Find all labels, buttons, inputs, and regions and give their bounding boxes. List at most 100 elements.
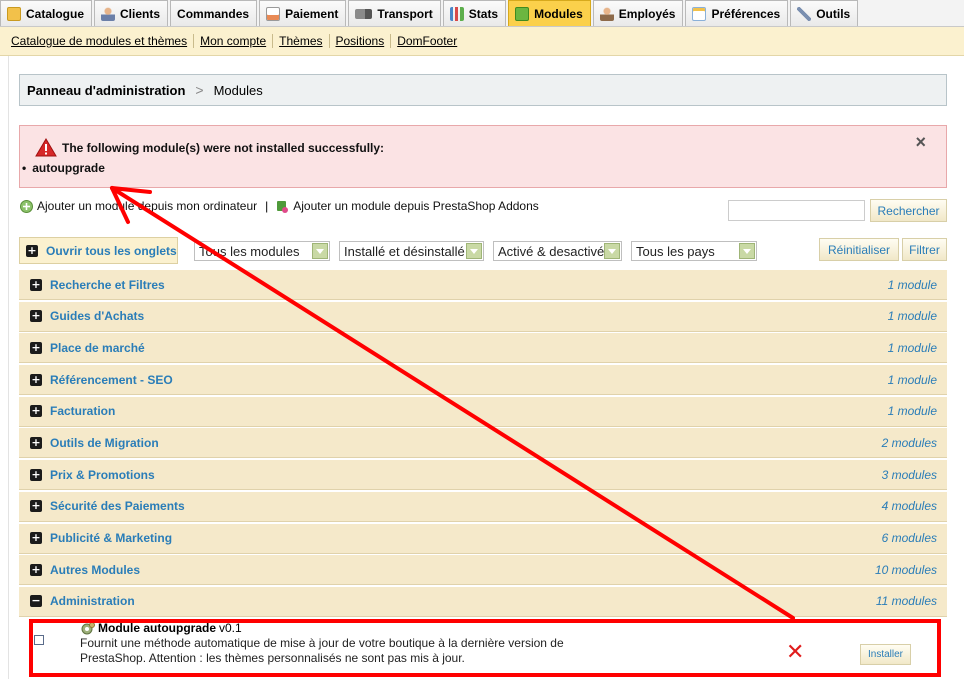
- category-row-recherche-filtres[interactable]: + Recherche et Filtres 1 module: [19, 270, 947, 300]
- x-mark-icon[interactable]: ✕: [786, 642, 804, 664]
- category-row-facturation[interactable]: + Facturation 1 module: [19, 396, 947, 427]
- country-select-value: Tous les pays: [636, 243, 715, 259]
- search-input[interactable]: [728, 200, 865, 221]
- plus-icon: +: [30, 340, 42, 354]
- category-name: Sécurité des Paiements: [50, 499, 185, 514]
- category-count: 4 modules: [881, 499, 937, 514]
- category-count: 3 modules: [881, 467, 937, 482]
- active-status-select-value: Activé & desactivé: [498, 243, 605, 259]
- category-name: Autres Modules: [50, 562, 141, 577]
- plus-icon: +: [30, 531, 42, 544]
- folder-icon: [7, 6, 21, 21]
- chart-icon: [449, 6, 464, 21]
- add-module-from-computer-link[interactable]: Ajouter un module depuis mon ordinateur: [37, 199, 257, 213]
- warning-icon: [35, 138, 57, 157]
- category-name: Prix & Promotions: [50, 467, 155, 482]
- install-status-select[interactable]: Installé et désinstallé: [339, 241, 484, 261]
- plus-icon: +: [30, 309, 42, 323]
- install-status-select-value: Installé et désinstallé: [344, 243, 465, 259]
- module-gear-icon: [81, 622, 95, 635]
- tab-label: Paiement: [285, 6, 339, 21]
- tab-modules[interactable]: Modules: [508, 0, 591, 26]
- tab-label: Modules: [534, 6, 583, 21]
- chevron-down-icon: [312, 243, 328, 259]
- module-type-select-value: Tous les modules: [199, 243, 300, 259]
- category-row-autres-modules[interactable]: + Autres Modules 10 modules: [19, 555, 947, 586]
- category-name: Publicité & Marketing: [50, 531, 173, 545]
- category-count: 10 modules: [874, 562, 937, 577]
- link-separator: |: [265, 199, 269, 213]
- category-row-prix-promotions[interactable]: + Prix & Promotions 3 modules: [19, 460, 947, 491]
- subnav-themes[interactable]: Thèmes: [279, 34, 330, 48]
- user-icon: [101, 6, 116, 21]
- filter-button[interactable]: Filtrer: [902, 238, 947, 261]
- minus-icon: −: [30, 594, 42, 608]
- chevron-down-icon: [604, 243, 620, 259]
- open-all-tabs-button[interactable]: + Ouvrir tous les onglets: [19, 237, 178, 264]
- tab-catalogue[interactable]: Catalogue: [0, 0, 93, 26]
- category-row-securite-paiements[interactable]: + Sécurité des Paiements 4 modules: [19, 491, 947, 522]
- subnav-catalogue-modules-themes[interactable]: Catalogue de modules et thèmes: [11, 34, 195, 48]
- tab-paiement[interactable]: Paiement: [259, 0, 347, 26]
- module-row-autoupgrade: Module autoupgrade v0.1 Fournit une métho…: [19, 618, 947, 679]
- plus-icon: +: [30, 499, 42, 513]
- category-count: 1 module: [887, 404, 937, 419]
- tab-employes[interactable]: Employés: [592, 0, 684, 26]
- subnav-mon-compte[interactable]: Mon compte: [200, 34, 274, 48]
- category-row-outils-migration[interactable]: + Outils de Migration 2 modules: [19, 428, 947, 459]
- add-module-from-addons-link[interactable]: Ajouter un module depuis PrestaShop Addo…: [293, 199, 539, 213]
- error-alert: The following module(s) were not install…: [19, 125, 947, 188]
- category-name: Place de marché: [50, 340, 145, 355]
- category-row-publicite-marketing[interactable]: + Publicité & Marketing 6 modules: [19, 523, 947, 554]
- install-button[interactable]: Installer: [860, 644, 911, 665]
- breadcrumb-root[interactable]: Panneau d'administration: [27, 83, 185, 98]
- active-status-select[interactable]: Activé & desactivé: [493, 241, 622, 261]
- tab-preferences[interactable]: Préférences: [685, 0, 789, 26]
- subnav-domfooter[interactable]: DomFooter: [397, 34, 463, 48]
- tab-label: Stats: [468, 6, 499, 21]
- tab-label: Outils: [816, 6, 851, 21]
- plus-icon: +: [30, 562, 42, 576]
- module-version: v0.1: [219, 621, 242, 635]
- category-count: 1 module: [887, 309, 937, 324]
- category-count: 6 modules: [881, 531, 937, 545]
- tab-label: Préférences: [711, 6, 781, 21]
- tab-stats[interactable]: Stats: [442, 0, 507, 26]
- category-name: Facturation: [50, 404, 116, 419]
- module-title: Module autoupgrade v0.1: [98, 621, 242, 635]
- category-count: 11 modules: [875, 594, 937, 609]
- breadcrumb-current: Modules: [213, 82, 263, 98]
- search-button[interactable]: Rechercher: [870, 199, 947, 222]
- category-row-administration[interactable]: − Administration 11 modules: [19, 586, 947, 617]
- main-tab-bar: Catalogue Clients Commandes Paiement Tra…: [0, 0, 964, 27]
- preferences-icon: [692, 6, 707, 21]
- subnav-positions[interactable]: Positions: [336, 34, 392, 48]
- sub-navigation: Catalogue de modules et thèmes Mon compt…: [0, 27, 964, 56]
- tab-label: Transport: [377, 6, 433, 21]
- plus-icon: +: [30, 372, 42, 386]
- plus-icon: +: [30, 435, 42, 449]
- country-select[interactable]: Tous les pays: [631, 241, 757, 261]
- plus-icon: +: [30, 277, 42, 291]
- truck-icon: [355, 8, 373, 19]
- tab-label: Catalogue: [26, 6, 85, 21]
- module-name: Module autoupgrade: [98, 621, 216, 635]
- category-name: Recherche et Filtres: [50, 277, 165, 292]
- add-circle-icon: [20, 199, 33, 213]
- close-icon[interactable]: ×: [915, 132, 926, 153]
- category-row-referencement-seo[interactable]: + Référencement - SEO 1 module: [19, 365, 947, 396]
- tab-commandes[interactable]: Commandes: [170, 0, 258, 26]
- category-row-guides-achats[interactable]: + Guides d'Achats 1 module: [19, 301, 947, 332]
- reset-button[interactable]: Réinitialiser: [819, 238, 899, 261]
- module-select-checkbox[interactable]: [34, 635, 44, 645]
- tab-outils[interactable]: Outils: [790, 0, 859, 26]
- category-count: 1 module: [887, 372, 937, 387]
- chevron-down-icon: [739, 243, 755, 259]
- payment-icon: [266, 6, 281, 21]
- category-row-place-marche[interactable]: + Place de marché 1 module: [19, 333, 947, 364]
- tab-transport[interactable]: Transport: [348, 0, 441, 26]
- alert-failed-module: autoupgrade: [22, 161, 105, 175]
- tab-clients[interactable]: Clients: [94, 0, 169, 26]
- module-description-line: PrestaShop. Attention : les thèmes perso…: [80, 651, 465, 665]
- module-type-select[interactable]: Tous les modules: [194, 241, 330, 261]
